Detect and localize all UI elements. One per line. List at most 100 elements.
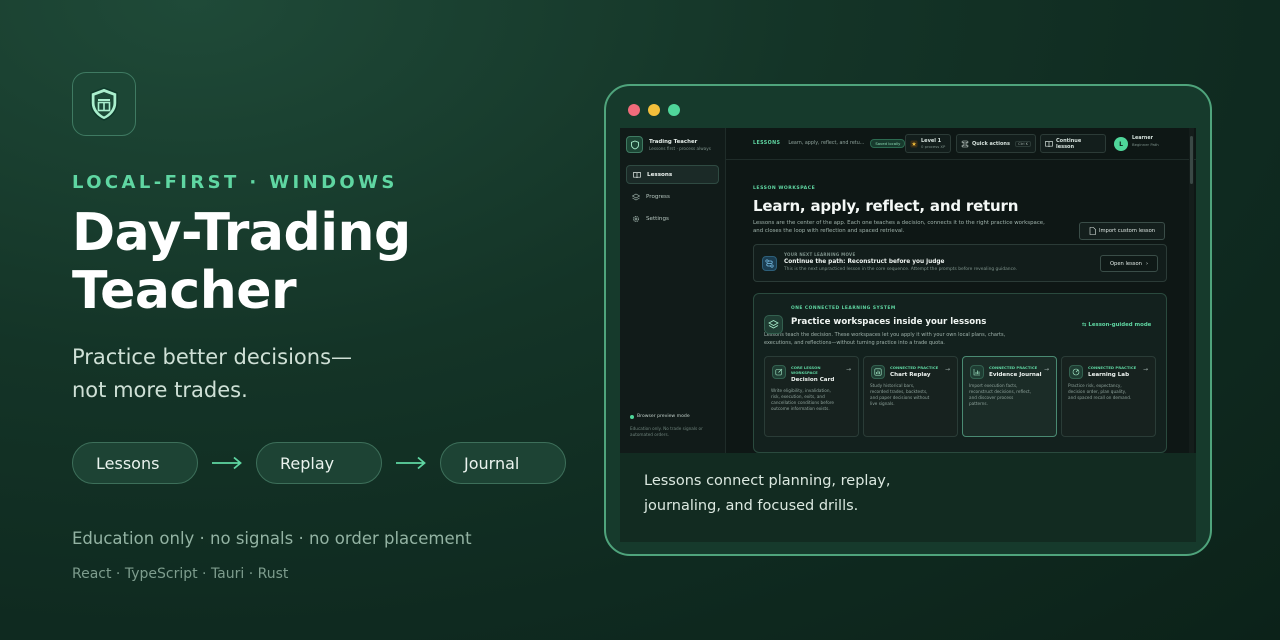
caption-line-1: Lessons connect planning, replay, (644, 473, 891, 489)
window-minimize-dot (648, 104, 660, 116)
browser-preview-label: Browser preview mode (637, 414, 690, 419)
card-eyebrow: CONNECTED PRACTICE (890, 365, 939, 370)
swap-icon: ⇆ (1082, 322, 1087, 328)
app-brand: Trading Teacher Lessons first · process … (626, 136, 719, 153)
quick-actions-shortcut: Ctrl K (1015, 140, 1031, 147)
guided-label: Lesson-guided mode (1088, 322, 1152, 328)
hero-subtitle-line-2: not more trades. (72, 378, 248, 402)
user-path: Beginner Path (1132, 142, 1159, 147)
level-indicator[interactable]: Level 1 0 process XP (905, 134, 951, 153)
sidebar-item-lessons[interactable]: Lessons (626, 165, 719, 184)
arrow-right-icon: → (1142, 366, 1148, 373)
sidebar-item-settings[interactable]: Settings (626, 209, 719, 228)
sidebar-item-label: Settings (646, 215, 669, 222)
workspace-eyebrow: LESSON WORKSPACE (753, 186, 816, 191)
topbar-section: LESSONS (753, 141, 781, 146)
hero-title: Day-Trading Teacher (72, 204, 532, 320)
flow-pill-lessons: Lessons (72, 442, 198, 484)
learning-system-card: ONE CONNECTED LEARNING SYSTEM Practice w… (753, 293, 1167, 453)
practice-workspace-cards: → CORE LESSON WORKSPACE Decision Card Wr… (764, 356, 1156, 437)
system-eyebrow: ONE CONNECTED LEARNING SYSTEM (791, 306, 896, 311)
open-lesson-button[interactable]: Open lesson › (1100, 255, 1158, 272)
brand-subtitle: Lessons first · process always (649, 145, 711, 151)
path-icon (762, 256, 777, 271)
app-preview-frame: Trading Teacher Lessons first · process … (604, 84, 1212, 556)
lesson-guided-mode[interactable]: ⇆ Lesson-guided mode (1082, 322, 1151, 328)
flow-pill-replay: Replay (256, 442, 382, 484)
sidebar-item-label: Progress (646, 193, 670, 200)
card-title: Learning Lab (1088, 372, 1130, 378)
level-xp: 0 process XP (921, 144, 946, 149)
app-topbar: LESSONS Learn, apply, reflect, and retu.… (726, 128, 1196, 160)
preview-caption-area: Lessons connect planning, replay, journa… (620, 453, 1196, 542)
open-lesson-label: Open lesson (1109, 260, 1142, 267)
saved-locally-badge: Saved locally (870, 139, 906, 148)
browser-preview-mode: Browser preview mode (630, 414, 690, 419)
layers-icon (632, 193, 640, 200)
hero-title-line-2: Teacher (72, 261, 297, 321)
card-description: Import execution facts, reconstruct deci… (969, 383, 1031, 406)
arrow-right-icon (198, 456, 256, 470)
hero-subtitle: Practice better decisions— not more trad… (72, 341, 402, 407)
workspace-title: Learn, apply, reflect, and return (753, 197, 1019, 215)
flask-icon (1069, 365, 1083, 379)
topbar-section-sub: Learn, apply, reflect, and retu... (788, 141, 865, 146)
command-icon (961, 140, 969, 147)
import-custom-lesson-button[interactable]: Import custom lesson (1079, 222, 1165, 240)
chevron-right-icon: › (1145, 260, 1149, 267)
xp-icon (910, 140, 918, 147)
tech-stack: React · TypeScript · Tauri · Rust (72, 566, 289, 582)
continue-lesson-button[interactable]: Continue lesson (1040, 134, 1106, 153)
brand-title: Trading Teacher (649, 138, 698, 145)
hero-eyebrow: LOCAL-FIRST · WINDOWS (72, 172, 398, 193)
card-description: Study historical bars, recorded trades, … (870, 383, 930, 406)
status-dot-icon (630, 414, 634, 419)
continue-lesson-label: Continue lesson (1055, 137, 1082, 150)
app-main: LESSONS Learn, apply, reflect, and retu.… (726, 128, 1196, 453)
flow-pills: Lessons Replay Journal (72, 442, 566, 484)
arrow-right-icon (382, 456, 440, 470)
app-logo (72, 72, 136, 136)
education-note: Education only · no signals · no order p… (72, 529, 472, 548)
shield-icon (90, 87, 118, 121)
practice-card-evidence-journal[interactable]: → CONNECTED PRACTICE Evidence Journal Im… (962, 356, 1057, 437)
card-title: Chart Replay (890, 372, 931, 378)
practice-card-learning-lab[interactable]: → CONNECTED PRACTICE Learning Lab Practi… (1061, 356, 1156, 437)
workspace-description: Lessons are the center of the app. Each … (753, 220, 1045, 234)
caption-line-2: journaling, and focused drills. (644, 498, 859, 514)
app-sidebar: Trading Teacher Lessons first · process … (620, 128, 726, 453)
practice-card-chart-replay[interactable]: → CONNECTED PRACTICE Chart Replay Study … (863, 356, 958, 437)
arrow-right-icon: → (845, 366, 851, 373)
import-label: Import custom lesson (1098, 228, 1156, 234)
app-screenshot: Trading Teacher Lessons first · process … (620, 128, 1196, 453)
file-icon (1089, 227, 1096, 235)
book-icon (633, 171, 641, 178)
hero-subtitle-line-1: Practice better decisions— (72, 345, 353, 369)
system-description: Lessons teach the decision. These worksp… (764, 332, 1006, 346)
card-description: Write eligibility, invalidation, risk, e… (771, 388, 834, 411)
layers-icon (764, 315, 783, 334)
bar-chart-icon (970, 365, 984, 379)
window-close-dot (628, 104, 640, 116)
practice-card-decision-card[interactable]: → CORE LESSON WORKSPACE Decision Card Wr… (764, 356, 859, 437)
sidebar-item-progress[interactable]: Progress (626, 187, 719, 206)
quick-actions-button[interactable]: Quick actions Ctrl K (956, 134, 1036, 153)
arrow-right-icon: → (1043, 366, 1049, 373)
card-eyebrow: CONNECTED PRACTICE (1088, 365, 1137, 370)
quick-actions-label: Quick actions (972, 140, 1010, 147)
book-icon (1045, 140, 1053, 147)
shield-icon (626, 136, 643, 153)
card-eyebrow: CORE LESSON WORKSPACE (791, 365, 821, 375)
window-maximize-dot (668, 104, 680, 116)
edit-icon (772, 365, 786, 379)
arrow-right-icon: → (944, 366, 950, 373)
preview-caption: Lessons connect planning, replay, journa… (644, 469, 904, 519)
avatar[interactable]: L (1114, 137, 1128, 151)
scrollbar-thumb[interactable] (1190, 136, 1193, 184)
card-description: Practice risk, expectancy, decision orde… (1068, 383, 1132, 400)
chart-icon (871, 365, 885, 379)
hero-title-line-1: Day-Trading (72, 203, 411, 263)
card-title: Decision Card (791, 377, 835, 383)
sidebar-item-label: Lessons (647, 171, 673, 178)
flow-pill-journal: Journal (440, 442, 566, 484)
